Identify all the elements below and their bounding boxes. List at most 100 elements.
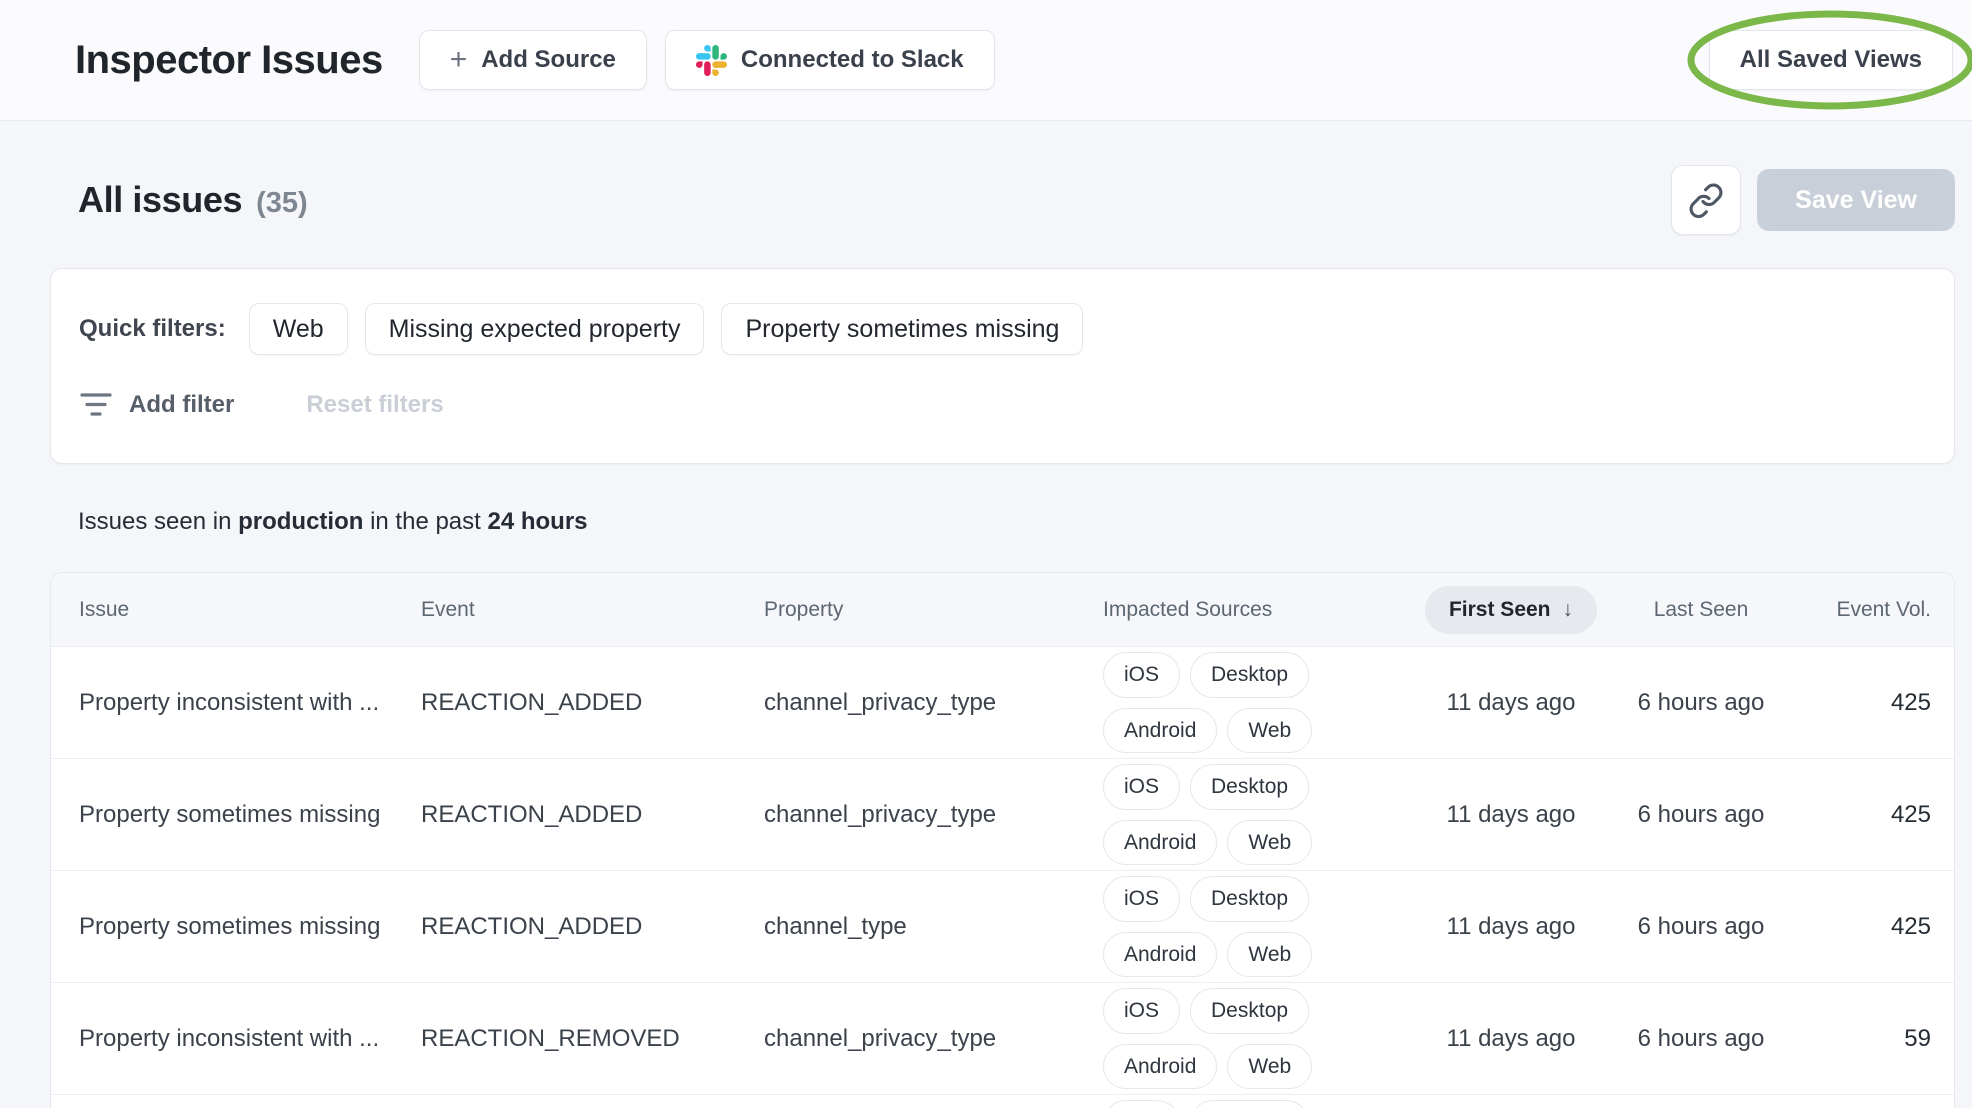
event-cell: REACTION_ADDED — [421, 800, 643, 828]
all-saved-views-button[interactable]: All Saved Views — [1708, 30, 1953, 90]
column-header-event-vol[interactable]: Event Vol. — [1836, 598, 1931, 622]
first-seen-cell: 11 days ago — [1446, 688, 1576, 716]
source-chip-ios: iOS — [1103, 652, 1181, 698]
sort-descending-arrow-icon: ↓ — [1562, 597, 1574, 621]
source-chip-desktop: Desktop — [1190, 876, 1310, 922]
connected-to-slack-button[interactable]: Connected to Slack — [664, 30, 995, 90]
saved-views-wrap: All Saved Views — [1687, 10, 1972, 110]
source-chip-ios: iOS — [1103, 876, 1181, 922]
first-seen-cell: 11 days ago — [1446, 1024, 1576, 1052]
event-vol-cell: 425 — [1890, 912, 1931, 940]
last-seen-cell: 6 hours ago — [1637, 800, 1765, 828]
first-seen-cell: 11 days ago — [1446, 800, 1576, 828]
quick-filter-property-sometimes-missing[interactable]: Property sometimes missing — [721, 303, 1084, 355]
top-bar: Inspector Issues + Add Source Connected … — [0, 0, 1972, 121]
issue-cell: Property sometimes missing — [79, 912, 381, 940]
main-content: All issues (35) Save View Quick filters: — [0, 165, 1972, 1108]
source-chip-desktop: Desktop — [1190, 764, 1310, 810]
table-row[interactable]: Property sometimes missing REACTION_ADDE… — [51, 759, 1954, 871]
source-chip-android: Android — [1103, 707, 1218, 753]
save-view-label: Save View — [1795, 185, 1917, 214]
table-row[interactable]: Property inconsistent with ... REACTION_… — [51, 647, 1954, 759]
source-chip-ios: iOS — [1103, 988, 1181, 1034]
scope-line: Issues seen in production in the past 24… — [78, 508, 1955, 536]
event-vol-cell: 425 — [1890, 800, 1931, 828]
scope-environment: production — [238, 508, 364, 535]
page-title: Inspector Issues — [75, 37, 383, 82]
sources-cell: iOS Desktop Android Web — [1103, 988, 1403, 1089]
add-filter-label: Add filter — [129, 391, 235, 418]
event-cell: REACTION_REMOVED — [421, 1024, 680, 1052]
issue-count-badge: (35) — [256, 187, 308, 219]
event-cell: REACTION_ADDED — [421, 912, 643, 940]
column-header-event[interactable]: Event — [421, 598, 764, 622]
source-chip-ios: iOS — [1103, 1100, 1181, 1108]
table-header-row: Issue Event Property Impacted Sources Fi… — [51, 573, 1954, 647]
last-seen-cell: 6 hours ago — [1637, 688, 1765, 716]
property-cell: channel_type — [764, 912, 907, 940]
column-header-property[interactable]: Property — [764, 598, 1103, 622]
column-header-first-seen[interactable]: First Seen ↓ — [1424, 585, 1598, 634]
event-vol-cell: 59 — [1904, 1024, 1931, 1052]
issue-cell: Property sometimes missing — [79, 800, 381, 828]
source-chip-desktop: Desktop — [1190, 652, 1310, 698]
quick-filters-label: Quick filters: — [79, 315, 226, 342]
inspector-issues-page: Inspector Issues + Add Source Connected … — [0, 0, 1972, 1108]
table-row[interactable]: Property sometimes missing REACTION_ADDE… — [51, 871, 1954, 983]
add-filter-button[interactable]: Add filter — [79, 383, 244, 427]
plus-icon: + — [449, 43, 468, 76]
column-header-issue[interactable]: Issue — [79, 598, 421, 622]
slack-logo-icon — [695, 44, 727, 76]
event-cell: REACTION_ADDED — [421, 688, 643, 716]
quick-filters-row: Quick filters: Web Missing expected prop… — [79, 303, 1926, 355]
source-chip-android: Android — [1103, 819, 1218, 865]
source-chip-web: Web — [1227, 819, 1313, 865]
property-cell: channel_privacy_type — [764, 800, 997, 828]
sources-cell: iOS Desktop Android — [1103, 1100, 1403, 1108]
source-chip-android: Android — [1103, 931, 1218, 977]
copy-link-button[interactable] — [1671, 165, 1742, 235]
source-chip-desktop: Desktop — [1190, 1100, 1310, 1108]
event-vol-cell: 425 — [1890, 688, 1931, 716]
first-seen-cell: 11 days ago — [1446, 912, 1576, 940]
save-view-button[interactable]: Save View — [1757, 169, 1955, 231]
slack-button-label: Connected to Slack — [740, 46, 964, 73]
property-cell: channel_privacy_type — [764, 1024, 997, 1052]
issues-table: Issue Event Property Impacted Sources Fi… — [50, 572, 1955, 1108]
reset-filters-button[interactable]: Reset filters — [306, 391, 443, 419]
source-chip-desktop: Desktop — [1190, 988, 1310, 1034]
add-source-button[interactable]: + Add Source — [418, 30, 647, 90]
scope-middle: in the past — [363, 508, 488, 535]
quick-filter-web[interactable]: Web — [248, 303, 348, 355]
sources-cell: iOS Desktop Android Web — [1103, 652, 1403, 753]
scope-range: 24 hours — [487, 508, 588, 535]
source-chip-web: Web — [1227, 1043, 1313, 1089]
sources-cell: iOS Desktop Android Web — [1103, 876, 1403, 977]
property-cell: channel_privacy_type — [764, 688, 997, 716]
issue-cell: Property inconsistent with ... — [79, 688, 380, 716]
filters-actions-row: Add filter Reset filters — [79, 383, 1926, 427]
view-title: All issues — [78, 179, 243, 220]
add-source-label: Add Source — [481, 46, 616, 73]
column-header-impacted-sources[interactable]: Impacted Sources — [1103, 598, 1421, 622]
source-chip-ios: iOS — [1103, 764, 1181, 810]
view-actions: Save View — [1671, 165, 1955, 235]
view-header: All issues (35) Save View — [50, 165, 1955, 235]
sources-cell: iOS Desktop Android Web — [1103, 764, 1403, 865]
last-seen-cell: 6 hours ago — [1637, 912, 1765, 940]
last-seen-cell: 6 hours ago — [1637, 1024, 1765, 1052]
all-saved-views-label: All Saved Views — [1739, 46, 1922, 73]
filter-funnel-icon — [80, 393, 112, 416]
first-seen-label: First Seen — [1448, 597, 1551, 621]
issue-cell: Property inconsistent with ... — [79, 1024, 380, 1052]
column-header-last-seen[interactable]: Last Seen — [1654, 598, 1749, 622]
table-row-partial[interactable]: iOS Desktop Android — [51, 1095, 1954, 1108]
source-chip-android: Android — [1103, 1043, 1218, 1089]
source-chip-web: Web — [1227, 931, 1313, 977]
first-seen-sort-pill[interactable]: First Seen ↓ — [1424, 585, 1598, 634]
view-title-group: All issues (35) — [78, 179, 308, 221]
scope-prefix: Issues seen in — [78, 508, 239, 535]
quick-filter-missing-expected-property[interactable]: Missing expected property — [364, 303, 705, 355]
quick-filters-card: Quick filters: Web Missing expected prop… — [50, 268, 1955, 464]
table-row[interactable]: Property inconsistent with ... REACTION_… — [51, 983, 1954, 1095]
